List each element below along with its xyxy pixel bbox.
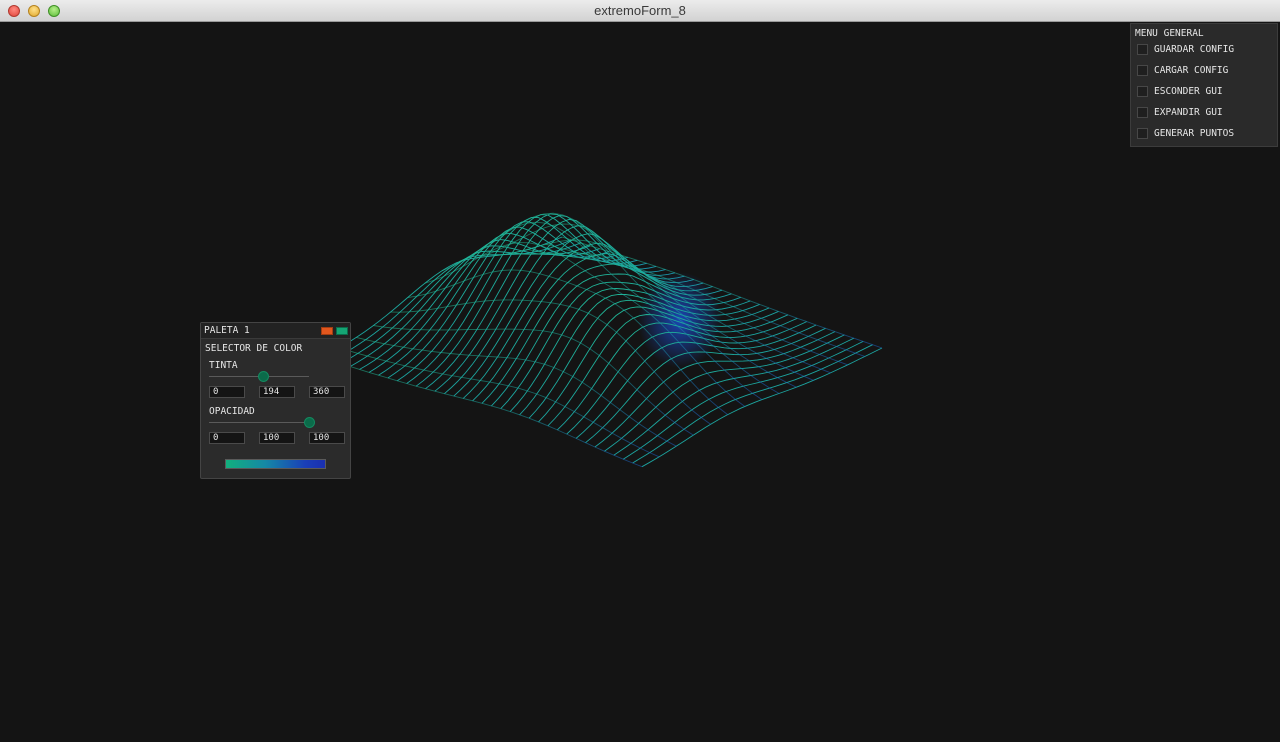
mesh-line [338,347,660,458]
opacity-value-field[interactable] [259,432,295,444]
tint-max-field[interactable] [309,386,345,398]
tint-slider-knob[interactable] [258,371,269,382]
checkbox-icon[interactable] [1137,64,1148,76]
checkbox-icon[interactable] [1137,43,1148,55]
palette-panel[interactable]: PALETA 1 SELECTOR DE COLOR TINTA OPACIDA… [200,322,351,479]
menu-general-panel: MENU GENERAL GUARDAR CONFIG CARGAR CONFI… [1130,23,1278,147]
opacity-slider-knob[interactable] [304,417,315,428]
menu-item-label: GENERAR PUNTOS [1154,127,1235,139]
menu-title: MENU GENERAL [1135,28,1204,39]
expandir-gui-button[interactable]: EXPANDIR GUI [1137,106,1223,118]
wireframe-mesh[interactable] [0,22,1280,742]
menu-item-label: ESCONDER GUI [1154,85,1223,97]
mesh-line [321,356,643,468]
cargar-config-button[interactable]: CARGAR CONFIG [1137,64,1228,76]
opacity-min-field[interactable] [209,432,245,444]
menu-item-label: GUARDAR CONFIG [1154,43,1235,55]
esconder-gui-button[interactable]: ESCONDER GUI [1137,85,1223,97]
tint-label: TINTA [209,360,238,371]
menu-item-label: EXPANDIR GUI [1154,106,1223,118]
mesh-line [356,336,677,447]
guardar-config-button[interactable]: GUARDAR CONFIG [1137,43,1234,55]
tint-min-field[interactable] [209,386,245,398]
opacity-label: OPACIDAD [209,406,255,417]
palette-title: PALETA 1 [204,325,250,336]
checkbox-icon[interactable] [1137,106,1148,118]
window-titlebar: extremoForm_8 [0,0,1280,22]
tint-value-field[interactable] [259,386,295,398]
window-title: extremoForm_8 [594,3,686,18]
checkbox-icon[interactable] [1137,127,1148,139]
palette-header[interactable]: PALETA 1 [201,323,350,339]
checkbox-icon[interactable] [1137,85,1148,97]
opacity-slider-track[interactable] [209,422,309,423]
collapse-button[interactable] [321,327,333,335]
generar-puntos-button[interactable]: GENERAR PUNTOS [1137,127,1234,139]
mesh-line [594,331,836,448]
selector-label: SELECTOR DE COLOR [205,343,303,354]
expand-button[interactable] [336,327,348,335]
opacity-max-field[interactable] [309,432,345,444]
mesh-lines [321,212,883,468]
color-gradient-preview [225,459,326,469]
mesh-line [613,337,854,456]
menu-item-label: CARGAR CONFIG [1154,64,1229,76]
